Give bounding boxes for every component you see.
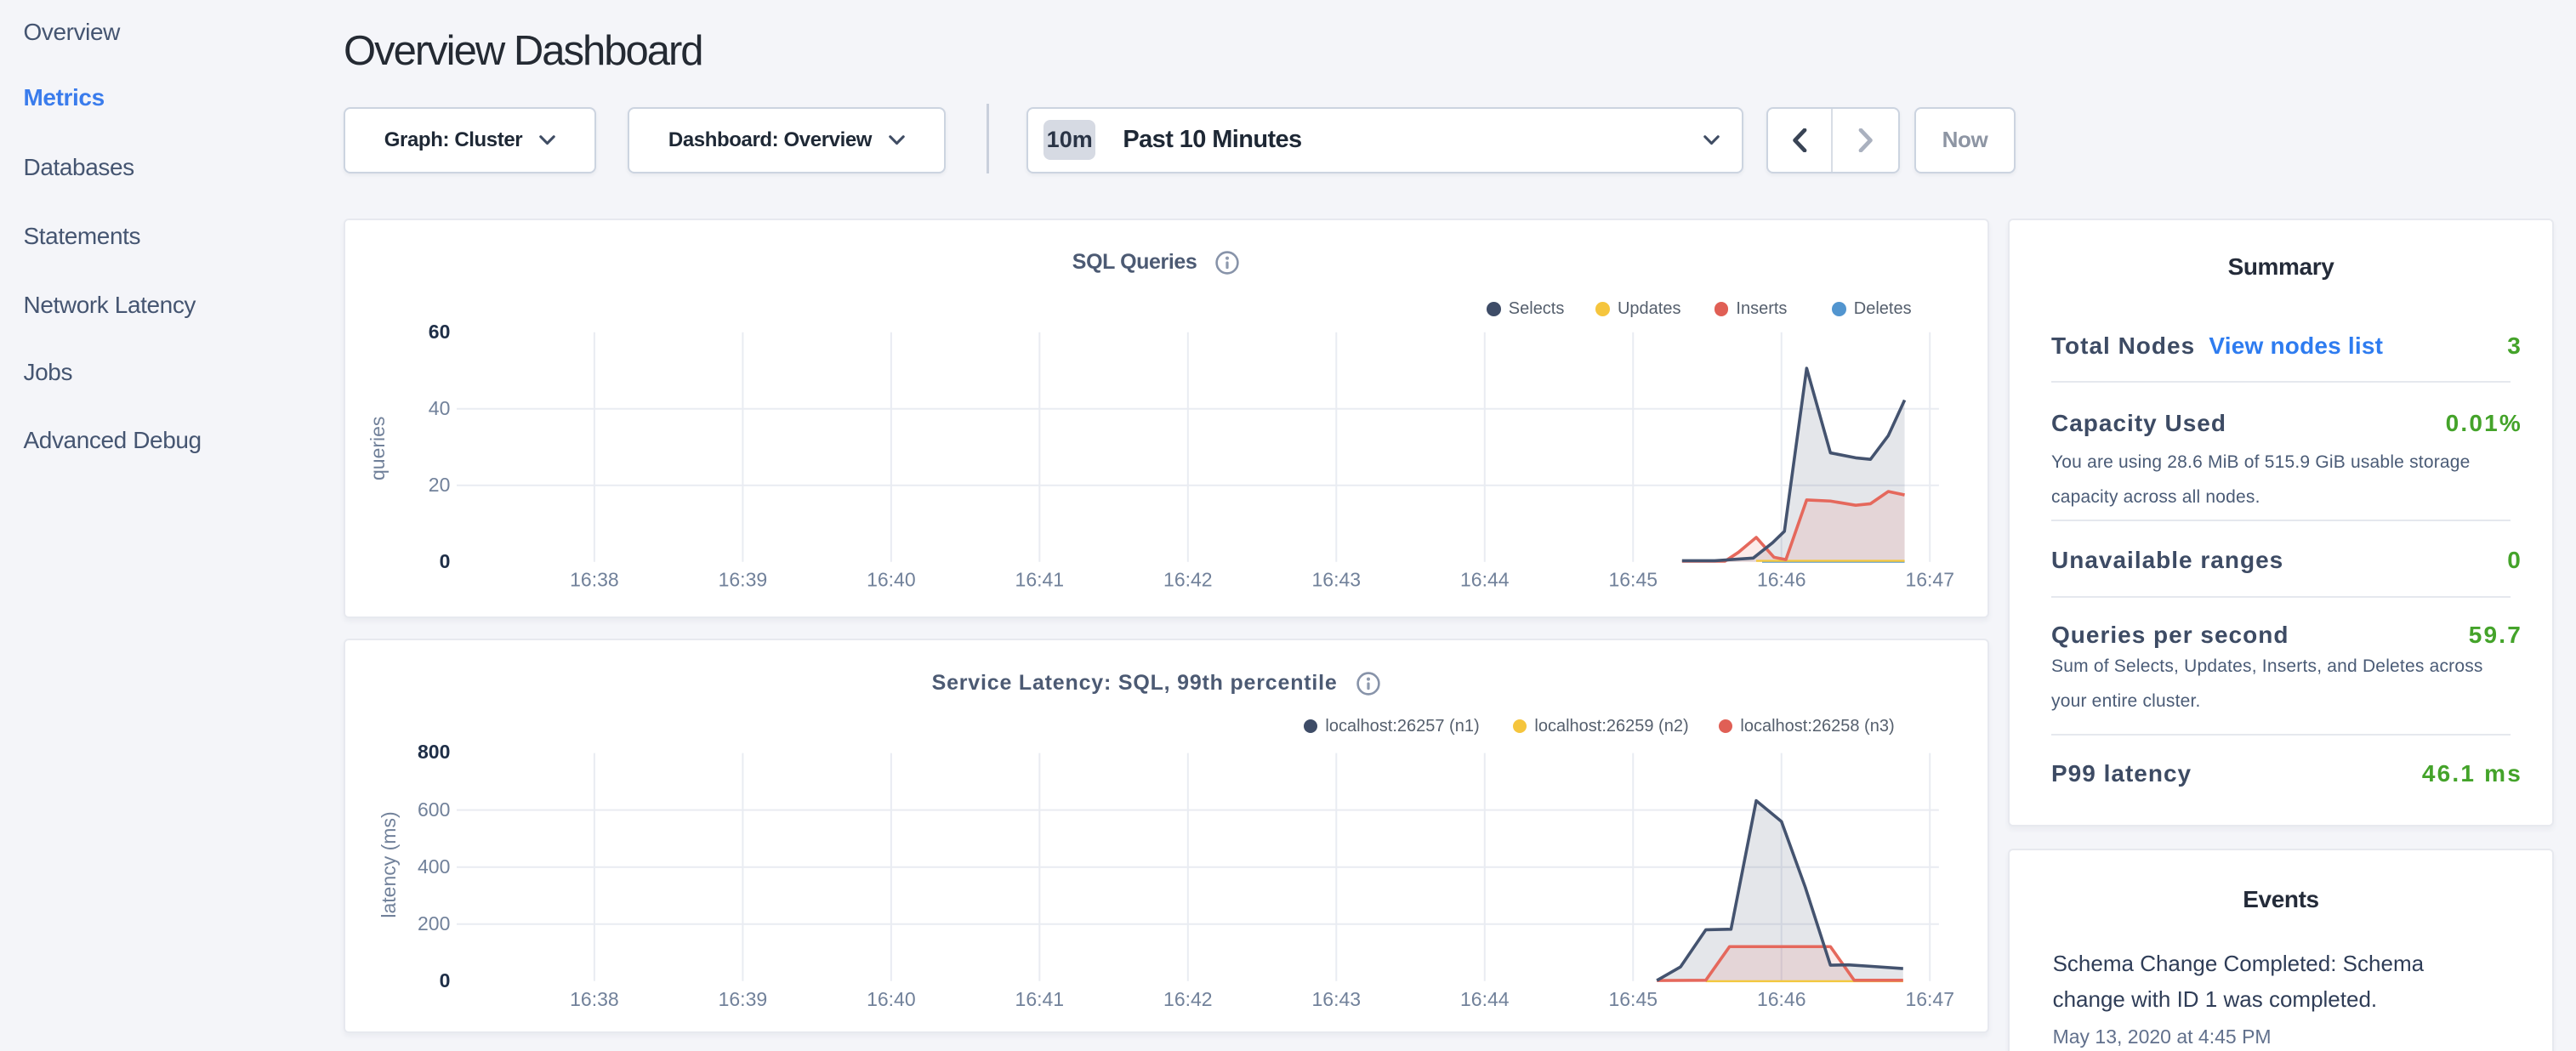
svg-text:16:39: 16:39 (718, 569, 767, 591)
svg-text:800: 800 (418, 741, 450, 763)
svg-text:0: 0 (439, 969, 450, 991)
svg-text:16:41: 16:41 (1015, 988, 1064, 1010)
svg-text:16:46: 16:46 (1757, 569, 1806, 591)
svg-text:600: 600 (418, 798, 450, 821)
svg-text:16:38: 16:38 (570, 988, 619, 1010)
svg-text:16:46: 16:46 (1757, 988, 1806, 1010)
svg-text:20: 20 (428, 474, 450, 496)
svg-text:200: 200 (418, 912, 450, 935)
svg-text:60: 60 (428, 321, 450, 343)
svg-text:16:45: 16:45 (1608, 569, 1658, 591)
svg-text:16:44: 16:44 (1460, 988, 1510, 1010)
svg-text:16:42: 16:42 (1163, 988, 1213, 1010)
svg-text:16:43: 16:43 (1311, 988, 1361, 1010)
svg-text:16:43: 16:43 (1311, 569, 1361, 591)
svg-text:0: 0 (439, 550, 450, 572)
svg-text:16:44: 16:44 (1460, 569, 1510, 591)
svg-text:16:41: 16:41 (1015, 569, 1064, 591)
svg-text:16:40: 16:40 (867, 988, 916, 1010)
svg-text:queries: queries (367, 417, 389, 480)
svg-text:16:40: 16:40 (867, 569, 916, 591)
svg-text:40: 40 (428, 397, 450, 419)
svg-text:16:47: 16:47 (1905, 569, 1954, 591)
svg-text:16:42: 16:42 (1163, 569, 1213, 591)
svg-text:latency (ms): latency (ms) (378, 811, 400, 917)
svg-text:16:45: 16:45 (1608, 988, 1658, 1010)
svg-text:16:47: 16:47 (1905, 988, 1954, 1010)
svg-text:16:38: 16:38 (570, 569, 619, 591)
svg-text:400: 400 (418, 855, 450, 878)
svg-text:16:39: 16:39 (718, 988, 767, 1010)
